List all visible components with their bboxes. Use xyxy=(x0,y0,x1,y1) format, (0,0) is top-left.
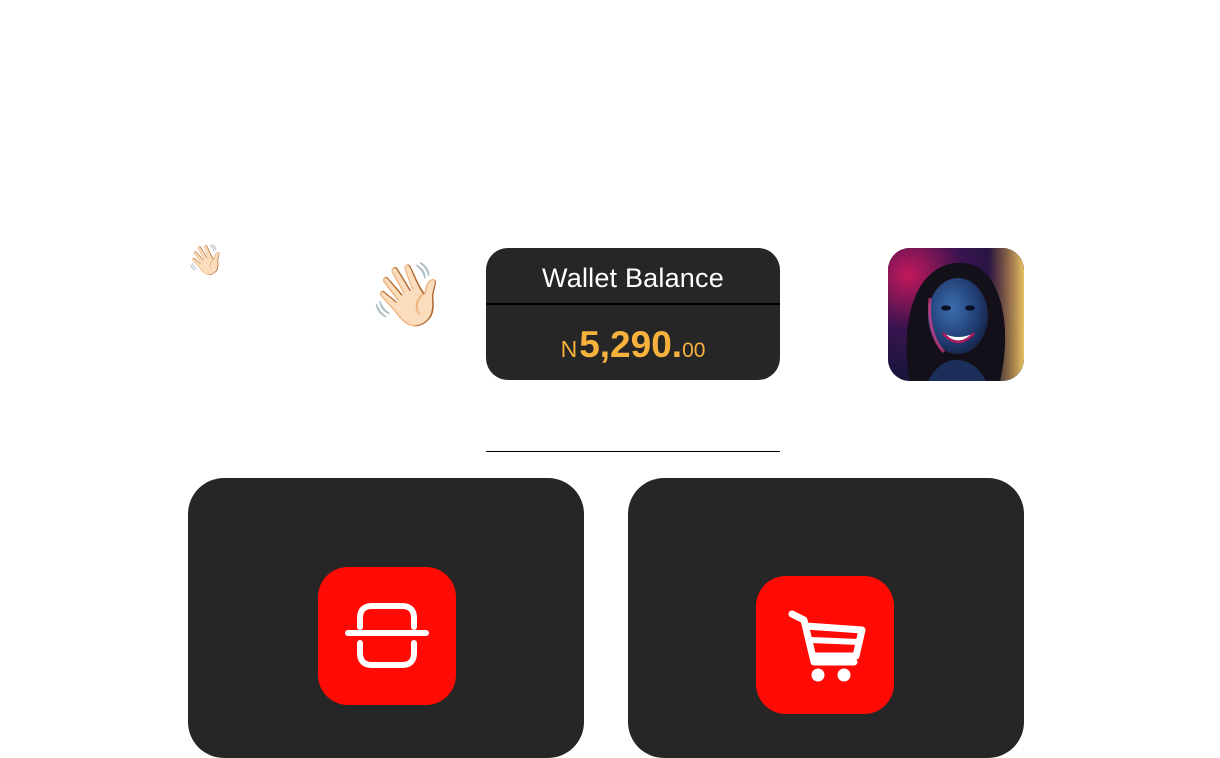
scan-button[interactable] xyxy=(318,567,456,705)
profile-avatar[interactable] xyxy=(888,248,1024,381)
shop-card[interactable] xyxy=(628,478,1024,758)
scan-card[interactable] xyxy=(188,478,584,758)
amount-cents: 00 xyxy=(682,339,706,362)
wave-emoji-small: 👋🏻 xyxy=(187,244,225,277)
wallet-divider xyxy=(486,303,780,305)
scan-icon xyxy=(345,603,429,668)
currency-symbol: N xyxy=(560,336,578,362)
section-divider xyxy=(486,451,780,452)
shop-button[interactable] xyxy=(756,576,894,714)
amount-main: 5,290. xyxy=(579,324,683,365)
wallet-balance-card[interactable]: Wallet Balance N5,290.00 xyxy=(486,248,780,380)
shopping-cart-icon xyxy=(788,610,866,682)
user-avatar-photo-icon xyxy=(888,248,1024,381)
wallet-balance-title: Wallet Balance xyxy=(542,263,724,293)
wallet-balance-amount: N5,290.00 xyxy=(486,324,780,366)
wave-emoji-large: 👋🏻 xyxy=(369,261,447,330)
